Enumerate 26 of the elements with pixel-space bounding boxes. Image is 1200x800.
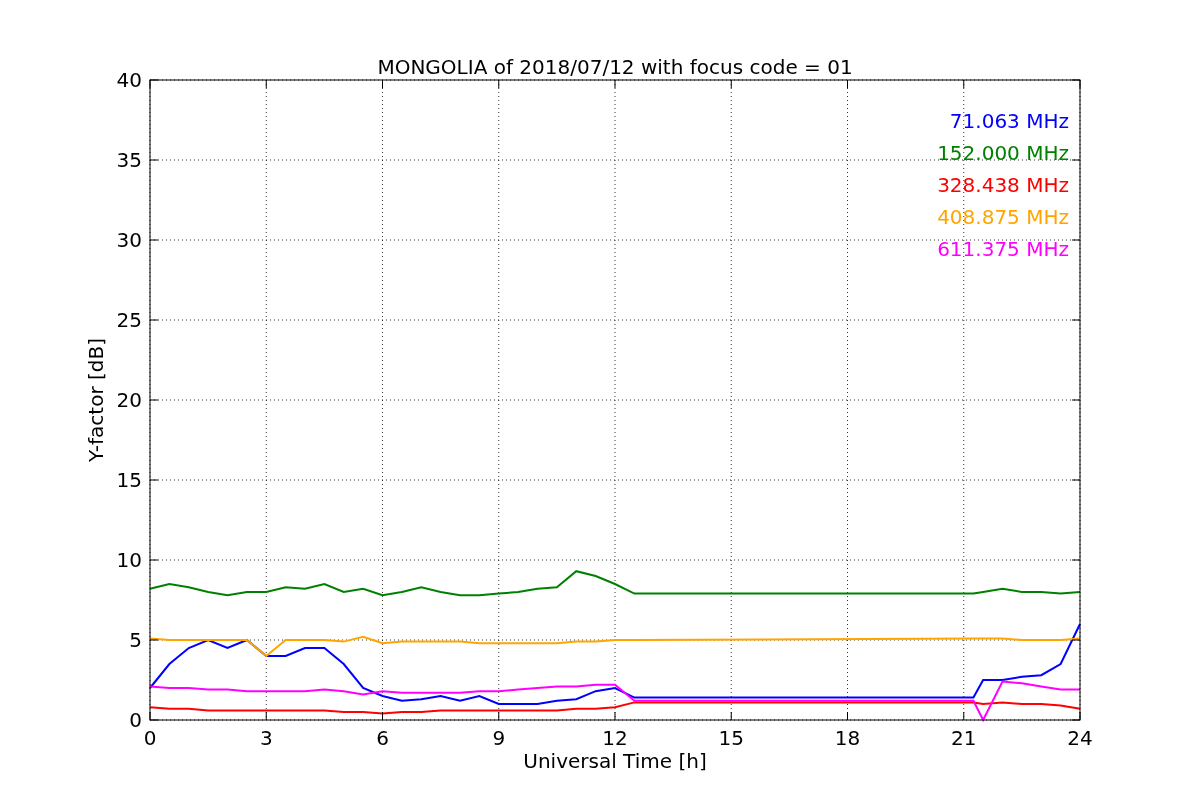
chart-title: MONGOLIA of 2018/07/12 with focus code = 01: [377, 55, 853, 79]
legend-entry: 71.063 MHz: [949, 109, 1069, 133]
x-tick-label: 18: [834, 726, 861, 750]
y-axis-label: Y-factor [dB]: [84, 338, 108, 462]
y-tick-label: 35: [116, 148, 142, 172]
x-tick-label: 24: [1067, 726, 1093, 750]
x-tick-label: 15: [718, 726, 744, 750]
y-tick-label: 30: [116, 228, 142, 252]
y-tick-label: 10: [116, 548, 142, 572]
legend-entry: 328.438 MHz: [937, 173, 1069, 197]
y-tick-label: 20: [116, 388, 142, 412]
x-tick-label: 21: [951, 726, 977, 750]
y-tick-label: 25: [116, 308, 142, 332]
y-tick-label: 40: [116, 68, 142, 92]
legend-entry: 152.000 MHz: [937, 141, 1069, 165]
x-tick-label: 0: [143, 726, 157, 750]
y-tick-label: 5: [129, 628, 142, 652]
y-tick-label: 15: [116, 468, 142, 492]
y-tick-label: 0: [129, 708, 142, 732]
x-tick-label: 12: [602, 726, 628, 750]
x-tick-label: 9: [492, 726, 506, 750]
legend-entry: 408.875 MHz: [937, 205, 1069, 229]
x-axis-label: Universal Time [h]: [523, 749, 707, 773]
legend-entry: 611.375 MHz: [937, 237, 1069, 261]
x-tick-label: 3: [259, 726, 273, 750]
x-tick-label: 6: [376, 726, 389, 750]
